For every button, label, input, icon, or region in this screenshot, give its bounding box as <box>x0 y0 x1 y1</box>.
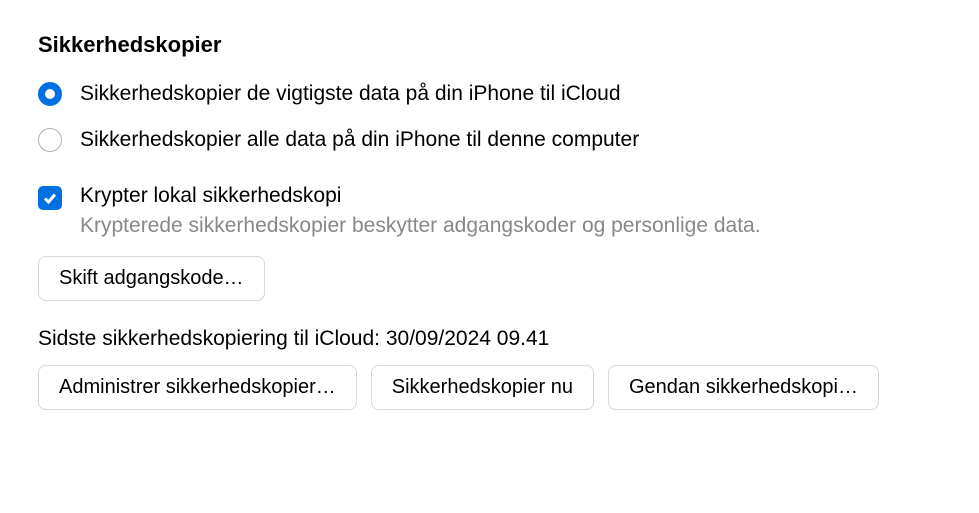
backup-now-button[interactable]: Sikkerhedskopier nu <box>371 365 594 410</box>
radio-icloud-backup[interactable]: Sikkerhedskopier de vigtigste data på di… <box>38 82 941 106</box>
manage-backups-button[interactable]: Administrer sikkerhedskopier… <box>38 365 357 410</box>
encrypt-label: Krypter lokal sikkerhedskopi <box>80 184 761 208</box>
radio-icloud-label: Sikkerhedskopier de vigtigste data på di… <box>80 82 621 106</box>
radio-local-label: Sikkerhedskopier alle data på din iPhone… <box>80 128 639 152</box>
radio-local-backup[interactable]: Sikkerhedskopier alle data på din iPhone… <box>38 128 941 152</box>
last-backup-status: Sidste sikkerhedskopiering til iCloud: 3… <box>38 327 941 351</box>
password-button-row: Skift adgangskode… <box>38 256 941 301</box>
checkbox-checked-icon <box>38 186 62 210</box>
backup-destination-radio-group: Sikkerhedskopier de vigtigste data på di… <box>38 82 941 152</box>
section-title: Sikkerhedskopier <box>38 32 941 58</box>
restore-backup-button[interactable]: Gendan sikkerhedskopi… <box>608 365 879 410</box>
encrypt-description: Krypterede sikkerhedskopier beskytter ad… <box>80 214 761 238</box>
encrypt-backup-checkbox[interactable]: Krypter lokal sikkerhedskopi Krypterede … <box>38 184 941 238</box>
backups-section: Sikkerhedskopier Sikkerhedskopier de vig… <box>38 32 941 410</box>
encrypt-content: Krypter lokal sikkerhedskopi Krypterede … <box>80 184 761 238</box>
backup-actions-row: Administrer sikkerhedskopier… Sikkerheds… <box>38 365 941 410</box>
change-password-button[interactable]: Skift adgangskode… <box>38 256 265 301</box>
radio-icon-unselected <box>38 128 62 152</box>
radio-icon-selected <box>38 82 62 106</box>
